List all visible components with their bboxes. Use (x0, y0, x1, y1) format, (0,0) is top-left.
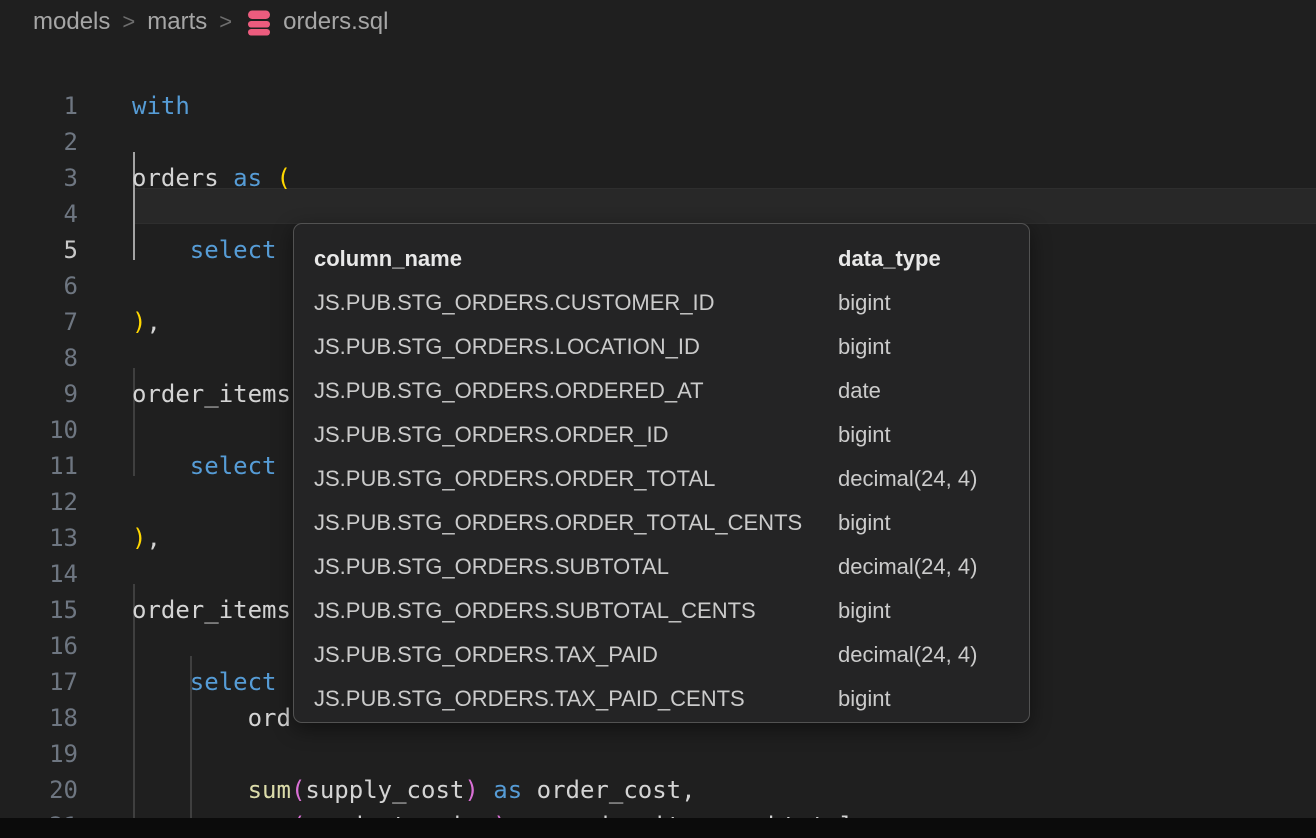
line-number: 20 (0, 772, 78, 808)
column-name-cell: JS.PUB.STG_ORDERS.SUBTOTAL_CENTS (314, 589, 838, 633)
code-line-1[interactable]: 1 with (0, 88, 1316, 124)
code-text: select (132, 448, 277, 484)
column-name-cell: JS.PUB.STG_ORDERS.CUSTOMER_ID (314, 281, 838, 325)
line-number: 10 (0, 412, 78, 448)
breadcrumb-file-label: orders.sql (283, 8, 388, 36)
code-line-19[interactable]: 19 (0, 736, 1316, 772)
code-text: order_items (132, 376, 291, 412)
breadcrumb: models > marts > orders.sql (0, 0, 1316, 44)
breadcrumb-item-models[interactable]: models (33, 8, 110, 36)
code-text: ), (132, 520, 161, 556)
code-text: ), (132, 304, 161, 340)
column-row: JS.PUB.STG_ORDERS.CUSTOMER_IDbigint (314, 281, 1029, 325)
popup-header-data-type: data_type (838, 237, 1029, 281)
column-name-cell: JS.PUB.STG_ORDERS.LOCATION_ID (314, 325, 838, 369)
panel-edge (0, 818, 1316, 838)
line-number: 16 (0, 628, 78, 664)
line-number: 17 (0, 664, 78, 700)
column-row: JS.PUB.STG_ORDERS.SUBTOTALdecimal(24, 4) (314, 545, 1029, 589)
data-type-cell: bigint (838, 501, 1029, 545)
line-number: 7 (0, 304, 78, 340)
line-number: 15 (0, 592, 78, 628)
line-number: 1 (0, 88, 78, 124)
breadcrumb-file[interactable]: orders.sql (244, 8, 388, 37)
breadcrumb-separator-icon: > (219, 9, 232, 35)
column-row: JS.PUB.STG_ORDERS.ORDER_TOTALdecimal(24,… (314, 457, 1029, 501)
column-row: JS.PUB.STG_ORDERS.ORDER_TOTAL_CENTSbigin… (314, 501, 1029, 545)
column-name-cell: JS.PUB.STG_ORDERS.TAX_PAID (314, 633, 838, 677)
data-type-cell: bigint (838, 325, 1029, 369)
data-type-cell: bigint (838, 413, 1029, 457)
code-line-3[interactable]: 3 orders as ( (0, 160, 1316, 196)
code-text: order_items (132, 592, 291, 628)
line-number: 13 (0, 520, 78, 556)
column-name-cell: JS.PUB.STG_ORDERS.ORDERED_AT (314, 369, 838, 413)
code-text: select (132, 664, 277, 700)
data-type-cell: decimal(24, 4) (838, 457, 1029, 501)
data-type-cell: date (838, 369, 1029, 413)
code-line-2[interactable]: 2 (0, 124, 1316, 160)
column-name-cell: JS.PUB.STG_ORDERS.ORDER_TOTAL_CENTS (314, 501, 838, 545)
code-text: with (132, 88, 190, 124)
popup-header-column-name: column_name (314, 237, 838, 281)
data-type-cell: decimal(24, 4) (838, 545, 1029, 589)
line-number: 4 (0, 196, 78, 232)
column-name-cell: JS.PUB.STG_ORDERS.ORDER_ID (314, 413, 838, 457)
column-row: JS.PUB.STG_ORDERS.TAX_PAIDdecimal(24, 4) (314, 633, 1029, 677)
column-name-cell: JS.PUB.STG_ORDERS.TAX_PAID_CENTS (314, 677, 838, 721)
code-line-20[interactable]: 20 sum(supply_cost) as order_cost, (0, 772, 1316, 808)
column-row: JS.PUB.STG_ORDERS.ORDERED_ATdate (314, 369, 1029, 413)
data-type-cell: bigint (838, 677, 1029, 721)
line-number: 18 (0, 700, 78, 736)
code-text: sum(supply_cost) as order_cost, (132, 772, 696, 808)
code-text: ord (132, 700, 291, 736)
column-row: JS.PUB.STG_ORDERS.LOCATION_IDbigint (314, 325, 1029, 369)
data-type-cell: bigint (838, 281, 1029, 325)
column-row: JS.PUB.STG_ORDERS.TAX_PAID_CENTSbigint (314, 677, 1029, 721)
line-number: 5 (0, 232, 78, 268)
column-info-popup: column_name data_type JS.PUB.STG_ORDERS.… (293, 223, 1030, 723)
line-number: 12 (0, 484, 78, 520)
data-type-cell: decimal(24, 4) (838, 633, 1029, 677)
line-number: 8 (0, 340, 78, 376)
line-number: 6 (0, 268, 78, 304)
column-name-cell: JS.PUB.STG_ORDERS.SUBTOTAL (314, 545, 838, 589)
data-type-cell: bigint (838, 589, 1029, 633)
breadcrumb-separator-icon: > (122, 9, 135, 35)
line-number: 3 (0, 160, 78, 196)
line-number: 11 (0, 448, 78, 484)
column-row: JS.PUB.STG_ORDERS.SUBTOTAL_CENTSbigint (314, 589, 1029, 633)
column-row: JS.PUB.STG_ORDERS.ORDER_IDbigint (314, 413, 1029, 457)
code-text: orders as ( (132, 160, 291, 196)
popup-rows: JS.PUB.STG_ORDERS.CUSTOMER_IDbigintJS.PU… (314, 281, 1029, 721)
line-number: 2 (0, 124, 78, 160)
line-number: 19 (0, 736, 78, 772)
column-name-cell: JS.PUB.STG_ORDERS.ORDER_TOTAL (314, 457, 838, 501)
database-icon (244, 8, 274, 37)
line-number: 14 (0, 556, 78, 592)
popup-header-row: column_name data_type (314, 237, 1029, 281)
breadcrumb-item-marts[interactable]: marts (147, 8, 207, 36)
line-number: 9 (0, 376, 78, 412)
